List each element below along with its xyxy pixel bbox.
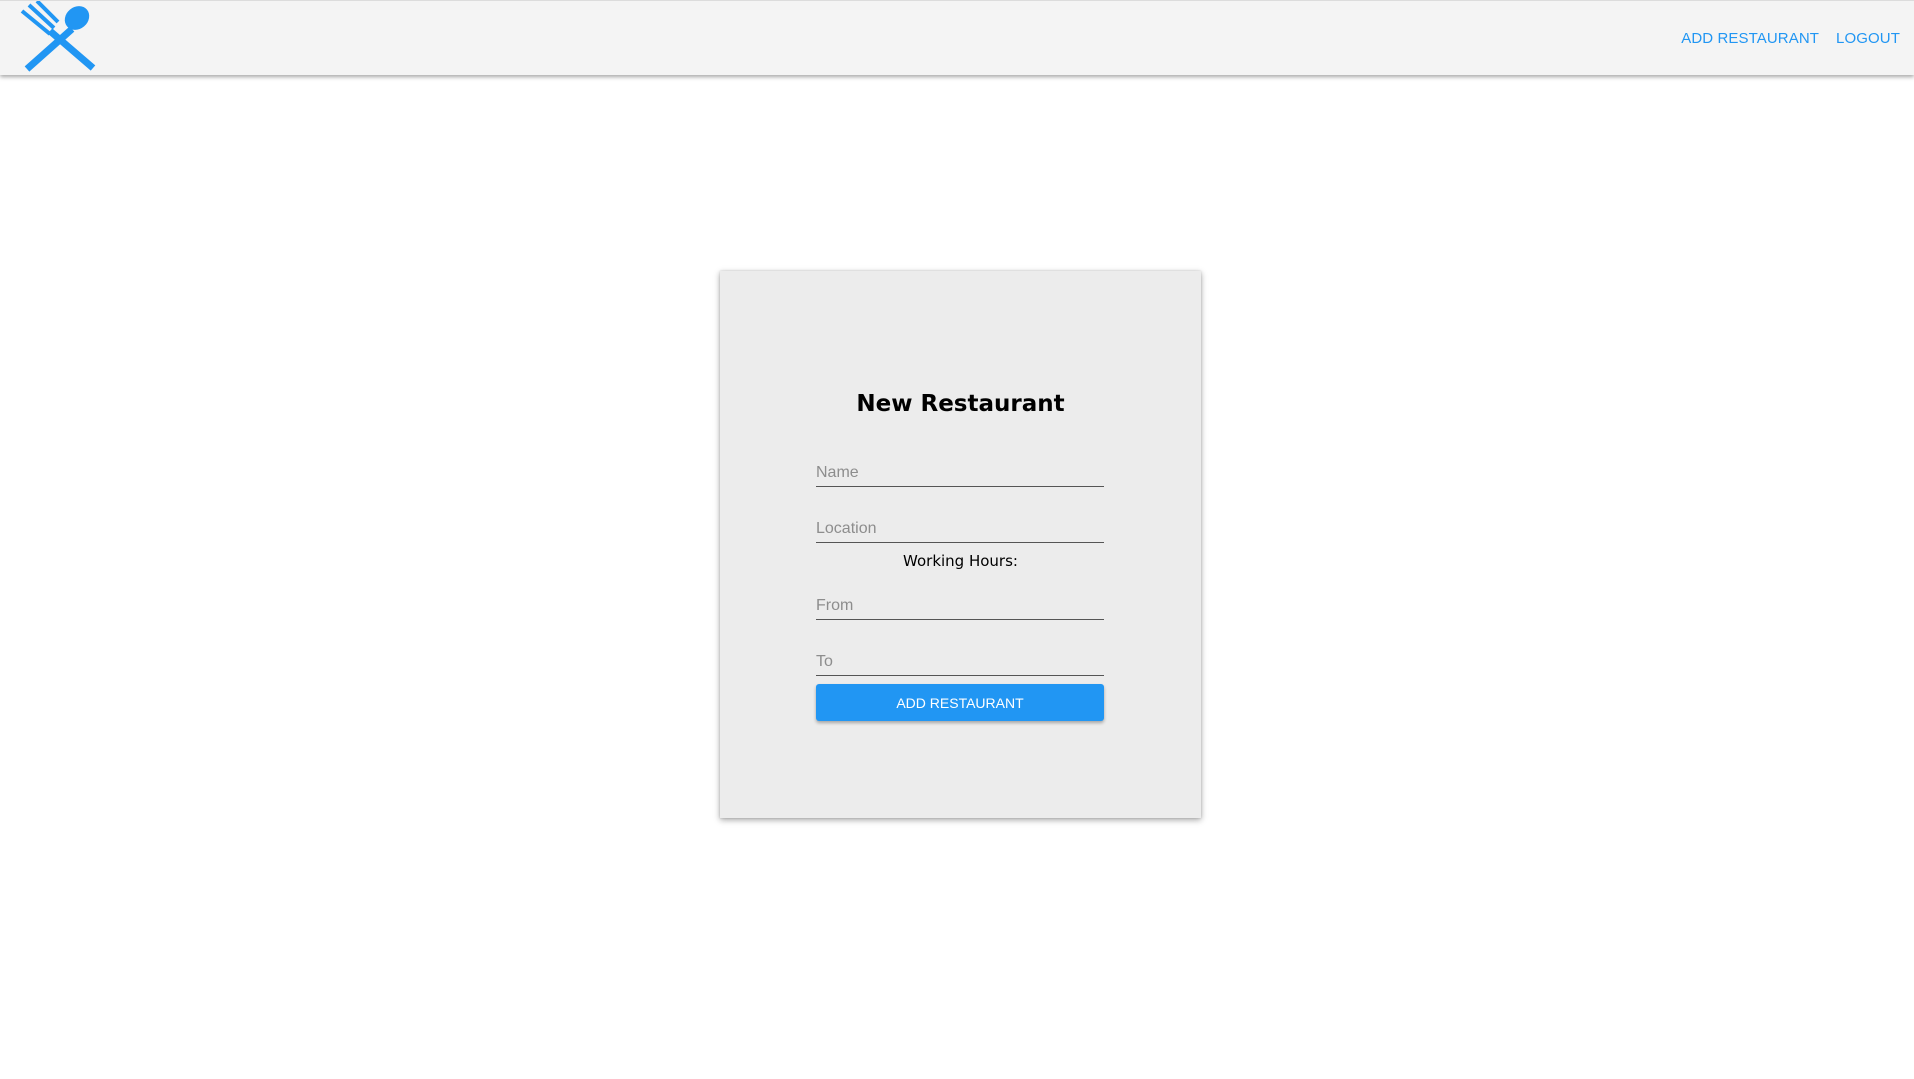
nav-logout-link[interactable]: LOGOUT — [1836, 30, 1900, 47]
nav-add-restaurant-link[interactable]: ADD RESTAURANT — [1681, 30, 1819, 47]
nav-links: ADD RESTAURANT LOGOUT — [1681, 1, 1900, 76]
to-field — [816, 636, 1104, 676]
from-input[interactable] — [816, 597, 1104, 615]
top-navbar: ADD RESTAURANT LOGOUT — [0, 0, 1914, 75]
to-input[interactable] — [816, 653, 1104, 671]
form-title: New Restaurant — [856, 391, 1065, 417]
location-field — [816, 503, 1104, 543]
name-field — [816, 447, 1104, 487]
name-input[interactable] — [816, 464, 1104, 482]
working-hours-label: Working Hours: — [903, 552, 1018, 570]
fork-spoon-icon[interactable] — [20, 0, 98, 73]
add-restaurant-button[interactable]: ADD RESTAURANT — [816, 684, 1104, 721]
from-field — [816, 580, 1104, 620]
new-restaurant-card: New Restaurant Working Hours: ADD RESTAU… — [720, 271, 1201, 818]
location-input[interactable] — [816, 520, 1104, 538]
